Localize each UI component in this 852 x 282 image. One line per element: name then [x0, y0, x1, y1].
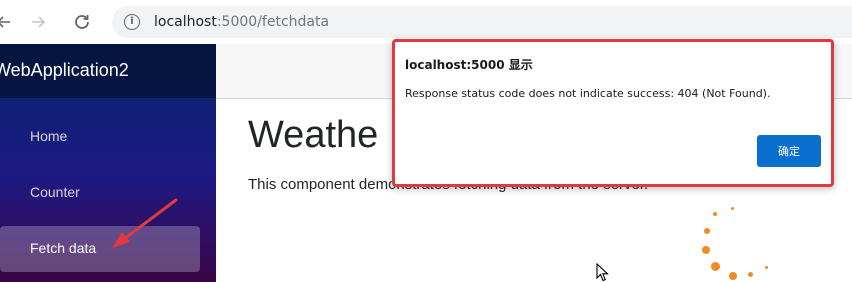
info-icon[interactable]: i	[124, 14, 140, 30]
forward-button[interactable]	[24, 8, 52, 36]
reload-icon	[75, 15, 89, 29]
ok-button[interactable]: 确定	[757, 135, 821, 167]
address-bar[interactable]: i localhost:5000/fetchdata	[112, 6, 852, 38]
arrow-right-icon	[32, 16, 46, 28]
dialog-message: Response status code does not indicate s…	[405, 87, 771, 100]
alert-dialog: localhost:5000 显示 Response status code d…	[392, 39, 834, 187]
url-text[interactable]: localhost:5000/fetchdata	[154, 14, 329, 30]
spinner-dot	[748, 272, 753, 277]
back-button[interactable]	[0, 8, 18, 36]
spinner-dot	[731, 207, 734, 210]
sidebar-item-label: Counter	[30, 184, 80, 200]
mouse-cursor-icon	[596, 263, 609, 282]
url-path: :5000/fetchdata	[216, 14, 330, 30]
reload-button[interactable]	[68, 8, 96, 36]
brand-link[interactable]: WebApplication2	[0, 60, 129, 81]
spinner-dot	[713, 212, 717, 216]
spinner-dot	[711, 262, 720, 271]
page-title: Weathe	[248, 114, 379, 156]
url-host: localhost	[154, 14, 217, 30]
spinner-dot	[702, 246, 710, 254]
annotation-arrow-icon	[112, 198, 178, 248]
spinner-dot	[765, 266, 768, 269]
spinner-dot	[704, 228, 710, 234]
sidebar-item-label: Fetch data	[30, 240, 97, 256]
sidebar-item-home[interactable]: Home	[0, 114, 200, 160]
arrow-left-icon	[0, 16, 10, 28]
dialog-title: localhost:5000 显示	[405, 58, 533, 72]
spinner-dot	[729, 272, 737, 280]
brand-row: WebApplication2	[0, 44, 216, 98]
sidebar-item-label: Home	[30, 128, 68, 144]
